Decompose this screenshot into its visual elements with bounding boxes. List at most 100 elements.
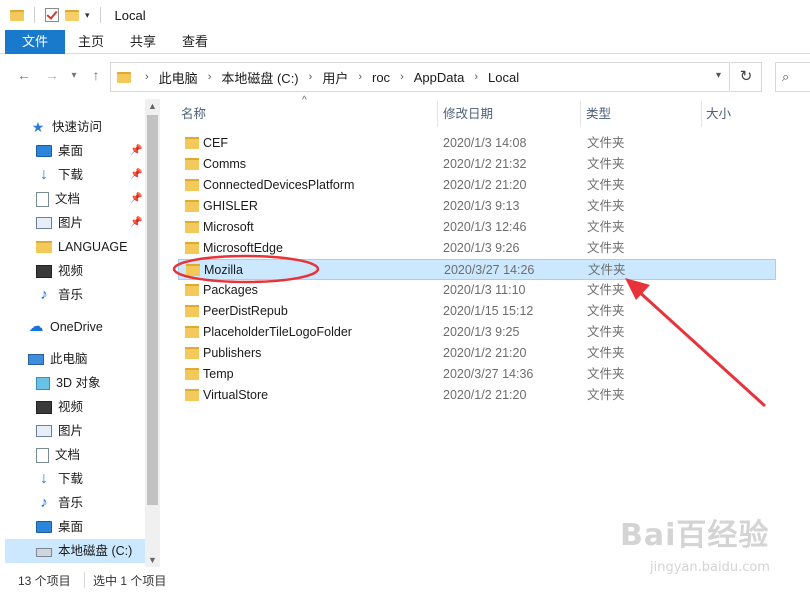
breadcrumb-local[interactable]: Local [488, 70, 519, 85]
folder-icon[interactable] [10, 9, 24, 21]
sidebar-item-this-pc[interactable]: 此电脑 [28, 347, 88, 371]
watermark-url: jingyan.baidu.com [650, 560, 770, 575]
breadcrumb-users[interactable]: 用户 [322, 68, 348, 87]
sidebar-item-desktop-pc[interactable]: 桌面 [36, 515, 83, 539]
pin-icon[interactable]: 📌 [130, 139, 142, 163]
column-divider[interactable] [437, 101, 438, 127]
column-header-size[interactable]: 大小 [706, 101, 731, 127]
file-modified: 2020/1/2 21:32 [443, 157, 527, 171]
folder-icon [185, 305, 199, 317]
file-type: 文件夹 [587, 367, 625, 381]
folder-icon [185, 242, 199, 254]
sidebar-item-onedrive[interactable]: ☁ OneDrive [28, 315, 103, 339]
file-row[interactable]: CEF 2020/1/3 14:08 文件夹 [178, 133, 776, 154]
tab-home[interactable]: 主页 [65, 30, 117, 54]
video-icon [36, 264, 52, 278]
chevron-right-icon[interactable]: › [145, 71, 149, 83]
chevron-right-icon[interactable]: › [309, 71, 313, 83]
back-arrow-icon[interactable]: ← [14, 67, 34, 83]
sidebar-item-local-disk[interactable]: 本地磁盘 (C:) [5, 539, 145, 563]
divider [84, 572, 85, 588]
file-modified: 2020/1/2 21:20 [443, 388, 527, 402]
chevron-down-icon[interactable]: ▾ [85, 10, 90, 21]
breadcrumb-roc[interactable]: roc [372, 70, 390, 85]
sidebar-item-3d-objects[interactable]: 3D 对象 [36, 371, 100, 395]
file-row[interactable]: PeerDistRepub 2020/1/15 15:12 文件夹 [178, 301, 776, 322]
column-headers: 名称 修改日期 类型 大小 [175, 101, 810, 127]
file-row[interactable]: Temp 2020/3/27 14:36 文件夹 [178, 364, 776, 385]
breadcrumb-this-pc[interactable]: 此电脑 [159, 68, 198, 87]
column-header-name[interactable]: 名称 [181, 101, 206, 127]
file-name: Publishers [203, 346, 262, 360]
scroll-up-icon[interactable]: ▲ [148, 101, 157, 111]
column-divider[interactable] [701, 101, 702, 127]
file-type: 文件夹 [588, 263, 626, 277]
sidebar-item-pictures[interactable]: 图片 📌 [36, 211, 146, 235]
sidebar-item-videos[interactable]: 视频 [36, 259, 83, 283]
sidebar-item-downloads-pc[interactable]: ↓ 下载 [36, 467, 83, 491]
file-name: CEF [203, 136, 228, 150]
refresh-button[interactable]: ↻ [731, 62, 762, 92]
column-header-type[interactable]: 类型 [586, 101, 611, 127]
file-row[interactable]: GHISLER 2020/1/3 9:13 文件夹 [178, 196, 776, 217]
file-modified: 2020/1/3 11:10 [443, 283, 526, 297]
pin-icon[interactable]: 📌 [130, 163, 142, 187]
sidebar-item-music-pc[interactable]: ♪ 音乐 [36, 491, 83, 515]
sidebar-item-desktop[interactable]: 桌面 📌 [36, 139, 146, 163]
file-modified: 2020/1/3 9:13 [443, 199, 520, 213]
chevron-right-icon[interactable]: › [400, 71, 404, 83]
search-input[interactable]: ⌕ [775, 62, 810, 92]
breadcrumb-appdata[interactable]: AppData [414, 70, 465, 85]
file-name: GHISLER [203, 199, 258, 213]
file-name: MicrosoftEdge [203, 241, 283, 255]
column-divider[interactable] [580, 101, 581, 127]
forward-arrow-icon[interactable]: → [42, 67, 62, 83]
window-title: Local [114, 7, 146, 23]
file-row[interactable]: MicrosoftEdge 2020/1/3 9:26 文件夹 [178, 238, 776, 259]
file-row[interactable]: ConnectedDevicesPlatform 2020/1/2 21:20 文件… [178, 175, 776, 196]
star-icon: ★ [31, 119, 45, 135]
chevron-down-icon[interactable]: ▾ [716, 70, 721, 81]
folder-icon [185, 284, 199, 296]
pictures-icon [36, 425, 52, 437]
sidebar-item-language[interactable]: LANGUAGE [36, 235, 127, 259]
new-folder-icon[interactable] [65, 9, 79, 21]
navigation-pane: ★ 快速访问 桌面 📌 ↓ 下载 📌 文档 📌 图片 📌 LANGUAGE 视频 ♪… [0, 99, 160, 567]
document-icon [36, 191, 49, 207]
tab-view[interactable]: 查看 [169, 30, 221, 54]
sidebar-item-music[interactable]: ♪ 音乐 [36, 283, 83, 307]
address-bar[interactable]: › 此电脑 › 本地磁盘 (C:) › 用户 › roc › AppData ›… [110, 62, 730, 92]
file-row[interactable]: VirtualStore 2020/1/2 21:20 文件夹 [178, 385, 776, 406]
up-arrow-icon[interactable]: ↑ [86, 67, 106, 83]
download-icon: ↓ [40, 470, 48, 487]
sidebar-item-documents-pc[interactable]: 文档 [36, 443, 80, 467]
file-row[interactable]: Mozilla 2020/3/27 14:26 文件夹 [178, 259, 776, 280]
file-row[interactable]: Comms 2020/1/2 21:32 文件夹 [178, 154, 776, 175]
file-row[interactable]: Publishers 2020/1/2 21:20 文件夹 [178, 343, 776, 364]
pin-icon[interactable]: 📌 [130, 187, 142, 211]
sidebar-item-documents[interactable]: 文档 📌 [36, 187, 146, 211]
sidebar-item-pictures-pc[interactable]: 图片 [36, 419, 83, 443]
tab-file[interactable]: 文件 [5, 30, 65, 54]
download-icon: ↓ [40, 166, 48, 183]
sidebar-item-quick-access[interactable]: ★ 快速访问 [30, 115, 102, 139]
chevron-right-icon[interactable]: › [208, 71, 212, 83]
column-header-modified[interactable]: 修改日期 [443, 101, 493, 127]
pin-icon[interactable]: 📌 [130, 211, 142, 235]
sidebar-item-downloads[interactable]: ↓ 下载 📌 [36, 163, 146, 187]
breadcrumb-local-disk[interactable]: 本地磁盘 (C:) [221, 68, 298, 87]
sidebar-scrollbar[interactable]: ▲ ▼ [145, 99, 160, 567]
scrollbar-thumb[interactable] [147, 115, 158, 505]
file-row[interactable]: Packages 2020/1/3 11:10 文件夹 [178, 280, 776, 301]
recent-locations-chevron-icon[interactable]: ▾ [64, 70, 84, 81]
tab-share[interactable]: 共享 [117, 30, 169, 54]
navigation-bar: ← → ▾ ↑ › 此电脑 › 本地磁盘 (C:) › 用户 › roc › A… [0, 55, 810, 99]
chevron-right-icon[interactable]: › [474, 71, 478, 83]
file-row[interactable]: PlaceholderTileLogoFolder 2020/1/3 9:25 文件… [178, 322, 776, 343]
properties-icon[interactable] [45, 8, 59, 22]
file-row[interactable]: Microsoft 2020/1/3 12:46 文件夹 [178, 217, 776, 238]
scroll-down-icon[interactable]: ▼ [148, 555, 157, 565]
file-name: Packages [203, 283, 258, 297]
sidebar-item-videos-pc[interactable]: 视频 [36, 395, 83, 419]
chevron-right-icon[interactable]: › [358, 71, 362, 83]
